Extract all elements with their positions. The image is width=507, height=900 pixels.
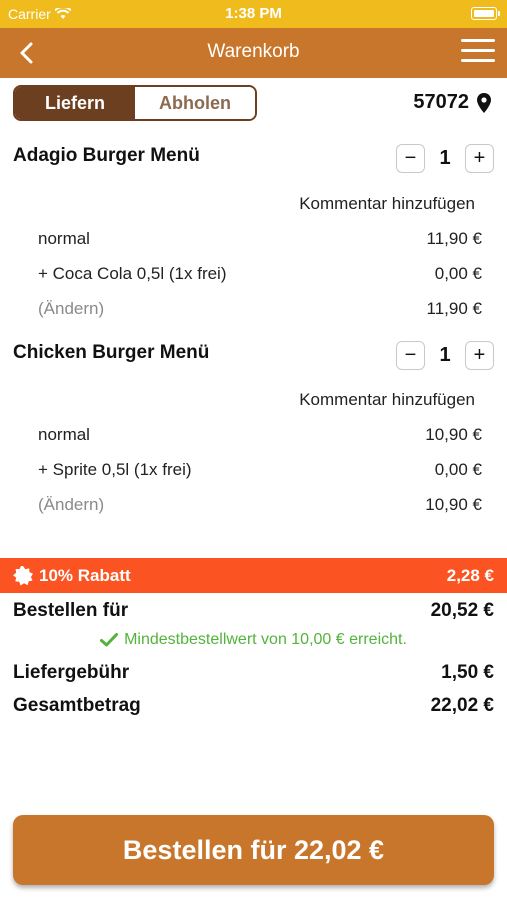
item-line: (Ändern) 10,90 € [38, 495, 482, 515]
min-order-message: Mindestbestellwert von 10,00 € erreicht. [0, 631, 507, 649]
cart-item-title: Adagio Burger Menü [13, 145, 200, 166]
hamburger-menu-icon[interactable] [461, 39, 495, 65]
add-comment-link[interactable]: Kommentar hinzufügen [299, 390, 475, 410]
zip-code: 57072 [413, 91, 469, 113]
line-price: 11,90 € [426, 229, 482, 248]
delivery-mode-toggle: Liefern Abholen [13, 85, 257, 121]
item-line: + Coca Cola 0,5l (1x frei) 0,00 € [38, 264, 482, 284]
total-label: Gesamtbetrag [13, 695, 141, 716]
delivery-fee-label: Liefergebühr [13, 662, 130, 683]
total-value: 22,02 € [430, 695, 494, 716]
line-label: + Sprite 0,5l (1x frei) [38, 460, 192, 479]
checkmark-icon [100, 633, 119, 647]
cart-item-title: Chicken Burger Menü [13, 342, 210, 363]
subtotal-row: Bestellen für 20,52 € [13, 600, 494, 622]
discount-label: 10% Rabatt [39, 565, 131, 585]
line-label: normal [38, 229, 90, 248]
delivery-fee-value: 1,50 € [441, 662, 494, 683]
discount-bar: 10% Rabatt 2,28 € [0, 558, 507, 593]
item-line: normal 10,90 € [38, 425, 482, 445]
quantity-value: 1 [439, 146, 451, 169]
line-price: 0,00 € [434, 264, 482, 283]
discount-amount: 2,28 € [446, 565, 494, 585]
item-line: normal 11,90 € [38, 229, 482, 249]
quantity-stepper: − 1 + [396, 340, 494, 370]
battery-icon [471, 7, 500, 20]
decrease-button[interactable]: − [396, 143, 425, 173]
min-order-text: Mindestbestellwert von 10,00 € erreicht. [124, 631, 407, 648]
change-link[interactable]: (Ändern) [38, 495, 104, 515]
line-label: normal [38, 425, 90, 444]
item-line: (Ändern) 11,90 € [38, 299, 482, 319]
line-label: + Coca Cola 0,5l (1x frei) [38, 264, 227, 283]
line-price: 10,90 € [425, 425, 482, 444]
subtotal-value: 20,52 € [430, 600, 494, 621]
status-bar: Carrier 1:38 PM [0, 0, 507, 28]
badge-icon [13, 565, 33, 585]
line-price: 0,00 € [434, 460, 482, 479]
zip-code-selector[interactable]: 57072 [413, 91, 491, 114]
place-order-button[interactable]: Bestellen für 22,02 € [13, 815, 494, 885]
quantity-stepper: − 1 + [396, 143, 494, 173]
line-price: 11,90 € [426, 299, 482, 318]
increase-button[interactable]: + [465, 340, 494, 370]
delivery-fee-row: Liefergebühr 1,50 € [13, 662, 494, 684]
quantity-value: 1 [439, 343, 451, 366]
clock: 1:38 PM [225, 5, 282, 22]
item-line: + Sprite 0,5l (1x frei) 0,00 € [38, 460, 482, 480]
add-comment-link[interactable]: Kommentar hinzufügen [299, 194, 475, 214]
decrease-button[interactable]: − [396, 340, 425, 370]
subtotal-label: Bestellen für [13, 600, 129, 621]
total-row: Gesamtbetrag 22,02 € [13, 695, 494, 717]
page-title: Warenkorb [207, 41, 300, 62]
nav-bar: Warenkorb [0, 28, 507, 78]
tab-abholen[interactable]: Abholen [135, 87, 255, 119]
increase-button[interactable]: + [465, 143, 494, 173]
line-price: 10,90 € [425, 495, 482, 514]
change-link[interactable]: (Ändern) [38, 299, 104, 319]
location-pin-icon [477, 92, 491, 113]
tab-liefern[interactable]: Liefern [15, 87, 135, 119]
